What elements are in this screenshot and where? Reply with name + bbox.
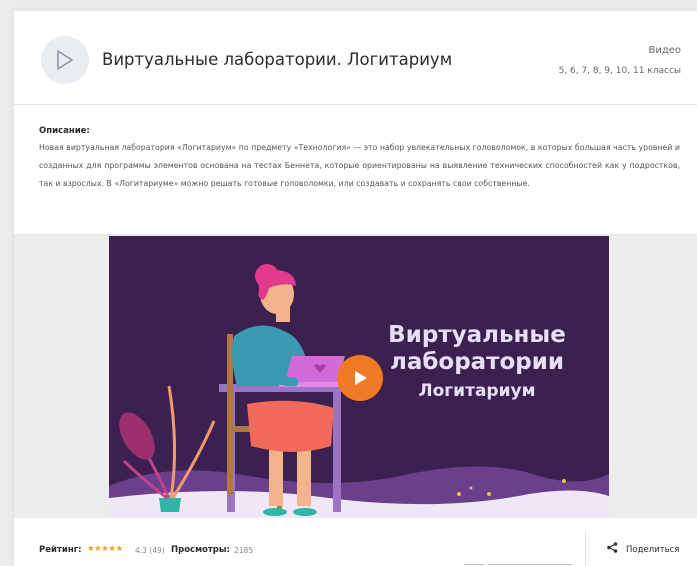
resource-header: Виртуальные лаборатории. Логитариум Виде… — [14, 11, 697, 105]
stats-footer: Рейтинг: ★★★★★ 4.3 (49) Просмотры: 2185 … — [14, 518, 697, 566]
video-title-line-3: Логитариум — [418, 381, 536, 401]
divider — [488, 564, 572, 565]
description-section: Описание: Новая виртуальная лаборатория … — [14, 105, 697, 235]
grade-levels: 5, 6, 7, 8, 9, 10, 11 классы — [558, 66, 681, 76]
rating-value: 4.3 (49) — [135, 546, 165, 555]
resource-type-badge — [41, 36, 89, 84]
play-icon — [355, 371, 367, 385]
views-label: Просмотры: — [171, 545, 230, 555]
divider — [464, 564, 484, 565]
description-heading: Описание: — [39, 126, 90, 136]
share-label: Поделиться — [626, 545, 680, 555]
video-play-button[interactable] — [337, 355, 383, 401]
video-title-line-2: лаборатории — [389, 349, 565, 375]
share-button[interactable]: Поделиться — [585, 530, 697, 566]
video-title-overlay: Виртуальные лаборатории Логитариум — [367, 322, 587, 406]
play-icon — [57, 50, 73, 70]
page-title: Виртуальные лаборатории. Логитариум — [102, 50, 453, 69]
share-icon — [607, 542, 618, 553]
views-count: 2185 — [234, 546, 254, 555]
resource-type-label: Видео — [648, 45, 681, 56]
rating-label: Рейтинг: — [39, 545, 82, 555]
content-card: Виртуальные лаборатории. Логитариум Виде… — [14, 11, 697, 566]
description-text: Новая виртуальная лаборатория «Логитариу… — [39, 143, 680, 188]
video-area: Виртуальные лаборатории Логитариум — [14, 235, 697, 518]
rating-stars[interactable]: ★★★★★ — [87, 544, 123, 554]
video-player[interactable]: Виртуальные лаборатории Логитариум — [109, 236, 609, 518]
video-title-line-1: Виртуальные — [388, 322, 566, 348]
